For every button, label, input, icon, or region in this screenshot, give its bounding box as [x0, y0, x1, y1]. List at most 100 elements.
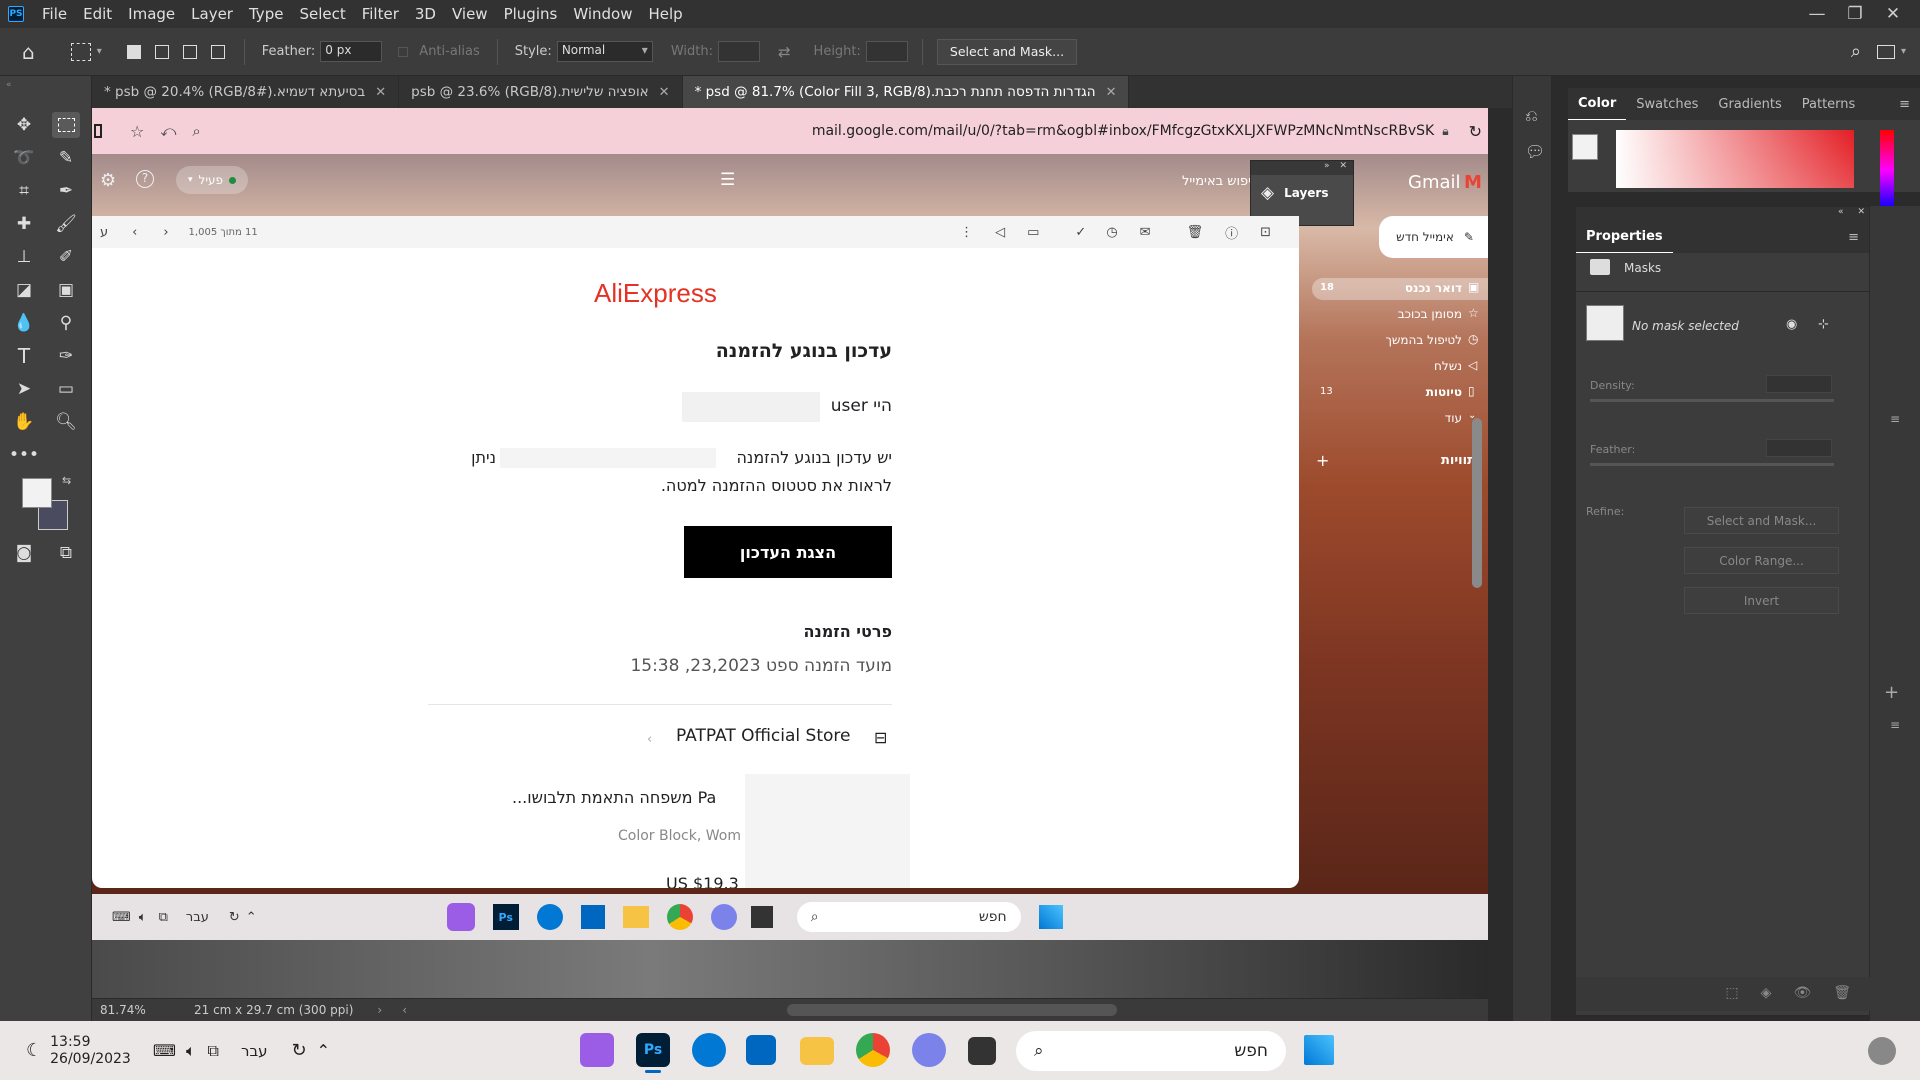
zoom-tool-icon[interactable]: 🔍︎ — [52, 409, 80, 435]
add-selection-icon[interactable] — [154, 44, 169, 59]
lasso-tool-icon[interactable]: ➰ — [10, 145, 38, 171]
tab-gradients[interactable]: Gradients — [1708, 88, 1791, 120]
new-selection-icon[interactable] — [126, 44, 141, 59]
star-icon[interactable]: ☆ — [130, 122, 144, 141]
move-tool-icon[interactable]: ✥ — [10, 112, 38, 138]
document-canvas[interactable]: ☆ ⤺ ⌕ mail.google.com/mail/u/0/?tab=rm&o… — [92, 108, 1488, 998]
menu-window[interactable]: Window — [565, 5, 640, 23]
eraser-tool-icon[interactable]: ◪ — [10, 277, 38, 303]
add-label-icon[interactable]: + — [1316, 451, 1329, 470]
marquee-tool-icon[interactable] — [70, 42, 91, 61]
hand-tool-icon[interactable]: ✋ — [10, 409, 38, 435]
sidebar-label-starred[interactable]: מסומן בכוכב — [1352, 307, 1462, 321]
volume-icon[interactable]: 🔈︎ — [186, 1041, 196, 1061]
crop-tool-icon[interactable]: ⌗ — [10, 178, 38, 204]
quick-select-tool-icon[interactable]: ✎ — [52, 145, 80, 171]
workspace-icon[interactable] — [1876, 44, 1895, 59]
horizontal-scrollbar-thumb[interactable] — [787, 1004, 1118, 1016]
eyedropper-tool-icon[interactable]: ✒ — [52, 178, 80, 204]
screen-mode-icon[interactable]: ⧉ — [52, 540, 80, 566]
move-to-icon[interactable]: ▭ — [1027, 225, 1039, 240]
type-tool-icon[interactable]: T — [10, 343, 38, 369]
close-icon[interactable]: ✕ — [1857, 207, 1865, 221]
density-slider[interactable] — [1590, 399, 1834, 402]
mark-unread-icon[interactable]: ✉ — [1140, 225, 1151, 240]
chevron-left-icon[interactable]: ‹ — [402, 1003, 407, 1017]
reload-icon[interactable]: ↻ — [1469, 122, 1482, 141]
menu-file[interactable]: File — [34, 5, 75, 23]
network-icon[interactable]: ⌨ — [153, 1041, 176, 1060]
swap-colors-icon[interactable]: ⇆ — [62, 474, 71, 487]
panel-menu-icon[interactable]: ≡ — [1838, 221, 1869, 253]
gmail-search-hint[interactable]: חיפוש באימייל — [1182, 174, 1260, 189]
report-icon[interactable]: ⓘ — [1225, 223, 1238, 242]
sidebar-icon[interactable] — [94, 124, 102, 138]
add-task-icon[interactable]: ✓ — [1075, 225, 1086, 240]
menu-select[interactable]: Select — [291, 5, 353, 23]
antialias-checkbox[interactable] — [398, 46, 409, 57]
panel-menu-icon[interactable]: ≡ — [1890, 412, 1900, 426]
status-toggle[interactable]: ▾ פעיל — [176, 166, 248, 194]
chevron-up-icon[interactable]: ⌃ — [317, 1041, 330, 1060]
tab-color[interactable]: Color — [1568, 88, 1627, 120]
zoom-icon[interactable]: ⌕ — [192, 122, 200, 140]
visibility-icon[interactable]: 👁︎ — [1793, 985, 1811, 1011]
tab-patterns[interactable]: Patterns — [1792, 88, 1866, 120]
workspace-chevron-icon[interactable]: ▾ — [1901, 46, 1906, 57]
taskbar-search[interactable]: חפש ⌕ — [1016, 1031, 1286, 1071]
tab-document-1[interactable]: בסיעתא דשמיא.psb @ 20.4% (RGB/8#) * ✕ — [92, 76, 400, 108]
menu-type[interactable]: Type — [241, 5, 291, 23]
comment-icon[interactable]: 💬︎ — [1525, 142, 1545, 161]
restore-button[interactable]: ❐ — [1836, 4, 1874, 24]
chevron-right-icon[interactable]: › — [163, 225, 168, 240]
close-icon[interactable]: ✕ — [1106, 85, 1117, 100]
properties-title[interactable]: Properties — [1576, 221, 1673, 253]
delete-mask-icon[interactable]: 🗑︎ — [1833, 985, 1851, 1011]
vertical-scrollbar-thumb[interactable] — [1472, 418, 1482, 588]
menu-edit[interactable]: Edit — [75, 5, 120, 23]
quick-mask-icon[interactable]: ◙ — [10, 540, 38, 566]
store-icon[interactable] — [746, 1035, 776, 1065]
chrome-icon[interactable] — [856, 1033, 890, 1067]
color-field[interactable] — [1616, 130, 1854, 188]
language-indicator[interactable]: עבר — [241, 1042, 268, 1060]
settings-icon[interactable]: ⚙ — [100, 170, 116, 191]
language-icon[interactable]: ע — [100, 225, 108, 240]
feather-input[interactable] — [1766, 439, 1832, 457]
intersect-selection-icon[interactable] — [210, 44, 225, 59]
pen-tool-icon[interactable]: ✑ — [52, 343, 80, 369]
snooze-icon[interactable]: ◷ — [1106, 225, 1117, 240]
dodge-tool-icon[interactable]: ⚲ — [52, 310, 80, 336]
healing-brush-tool-icon[interactable]: ✚ — [10, 211, 38, 237]
clock-time[interactable]: 13:59 — [50, 1034, 131, 1051]
sync-icon[interactable]: ↻ — [292, 1040, 307, 1061]
menu-3d[interactable]: 3D — [407, 5, 444, 23]
color-range-btn[interactable]: Color Range... — [1684, 547, 1839, 574]
compose-button[interactable]: אימייל חדש ✎ — [1379, 216, 1488, 258]
invert-btn[interactable]: Invert — [1684, 587, 1839, 614]
menu-filter[interactable]: Filter — [354, 5, 407, 23]
feather-input[interactable]: 0 px — [320, 41, 383, 62]
edge-icon[interactable] — [692, 1033, 726, 1067]
menu-plugins[interactable]: Plugins — [496, 5, 566, 23]
sidebar-label-drafts[interactable]: טיוטות — [1352, 385, 1462, 399]
rectangle-tool-icon[interactable]: ▭ — [52, 376, 80, 402]
clone-stamp-tool-icon[interactable]: ⊥ — [10, 244, 38, 270]
share-icon[interactable]: ⤺ — [160, 122, 176, 140]
history-brush-tool-icon[interactable]: ✐ — [52, 244, 80, 270]
search-options-icon[interactable]: ☰ — [720, 170, 735, 190]
view-update-button[interactable]: הצגת העדכון — [684, 526, 892, 578]
panel-menu-icon[interactable]: ≡ — [1890, 718, 1900, 732]
mask-thumbnail[interactable] — [1586, 305, 1624, 341]
url-text[interactable]: mail.google.com/mail/u/0/?tab=rm&ogbl#in… — [812, 123, 1434, 139]
menu-layer[interactable]: Layer — [183, 5, 241, 23]
close-icon[interactable]: ✕ — [1339, 161, 1347, 175]
add-vector-mask-icon[interactable]: ⊹ — [1818, 317, 1829, 332]
brush-tool-icon[interactable]: 🖌 — [52, 211, 80, 237]
add-pixel-mask-icon[interactable]: ◉ — [1786, 317, 1797, 332]
photoshop-taskbar-icon[interactable]: Ps — [636, 1033, 670, 1073]
archive-icon[interactable]: ⊡ — [1260, 225, 1271, 240]
sidebar-label-more[interactable]: עוד — [1352, 411, 1462, 425]
subtract-selection-icon[interactable] — [182, 44, 197, 59]
menu-help[interactable]: Help — [640, 5, 690, 23]
